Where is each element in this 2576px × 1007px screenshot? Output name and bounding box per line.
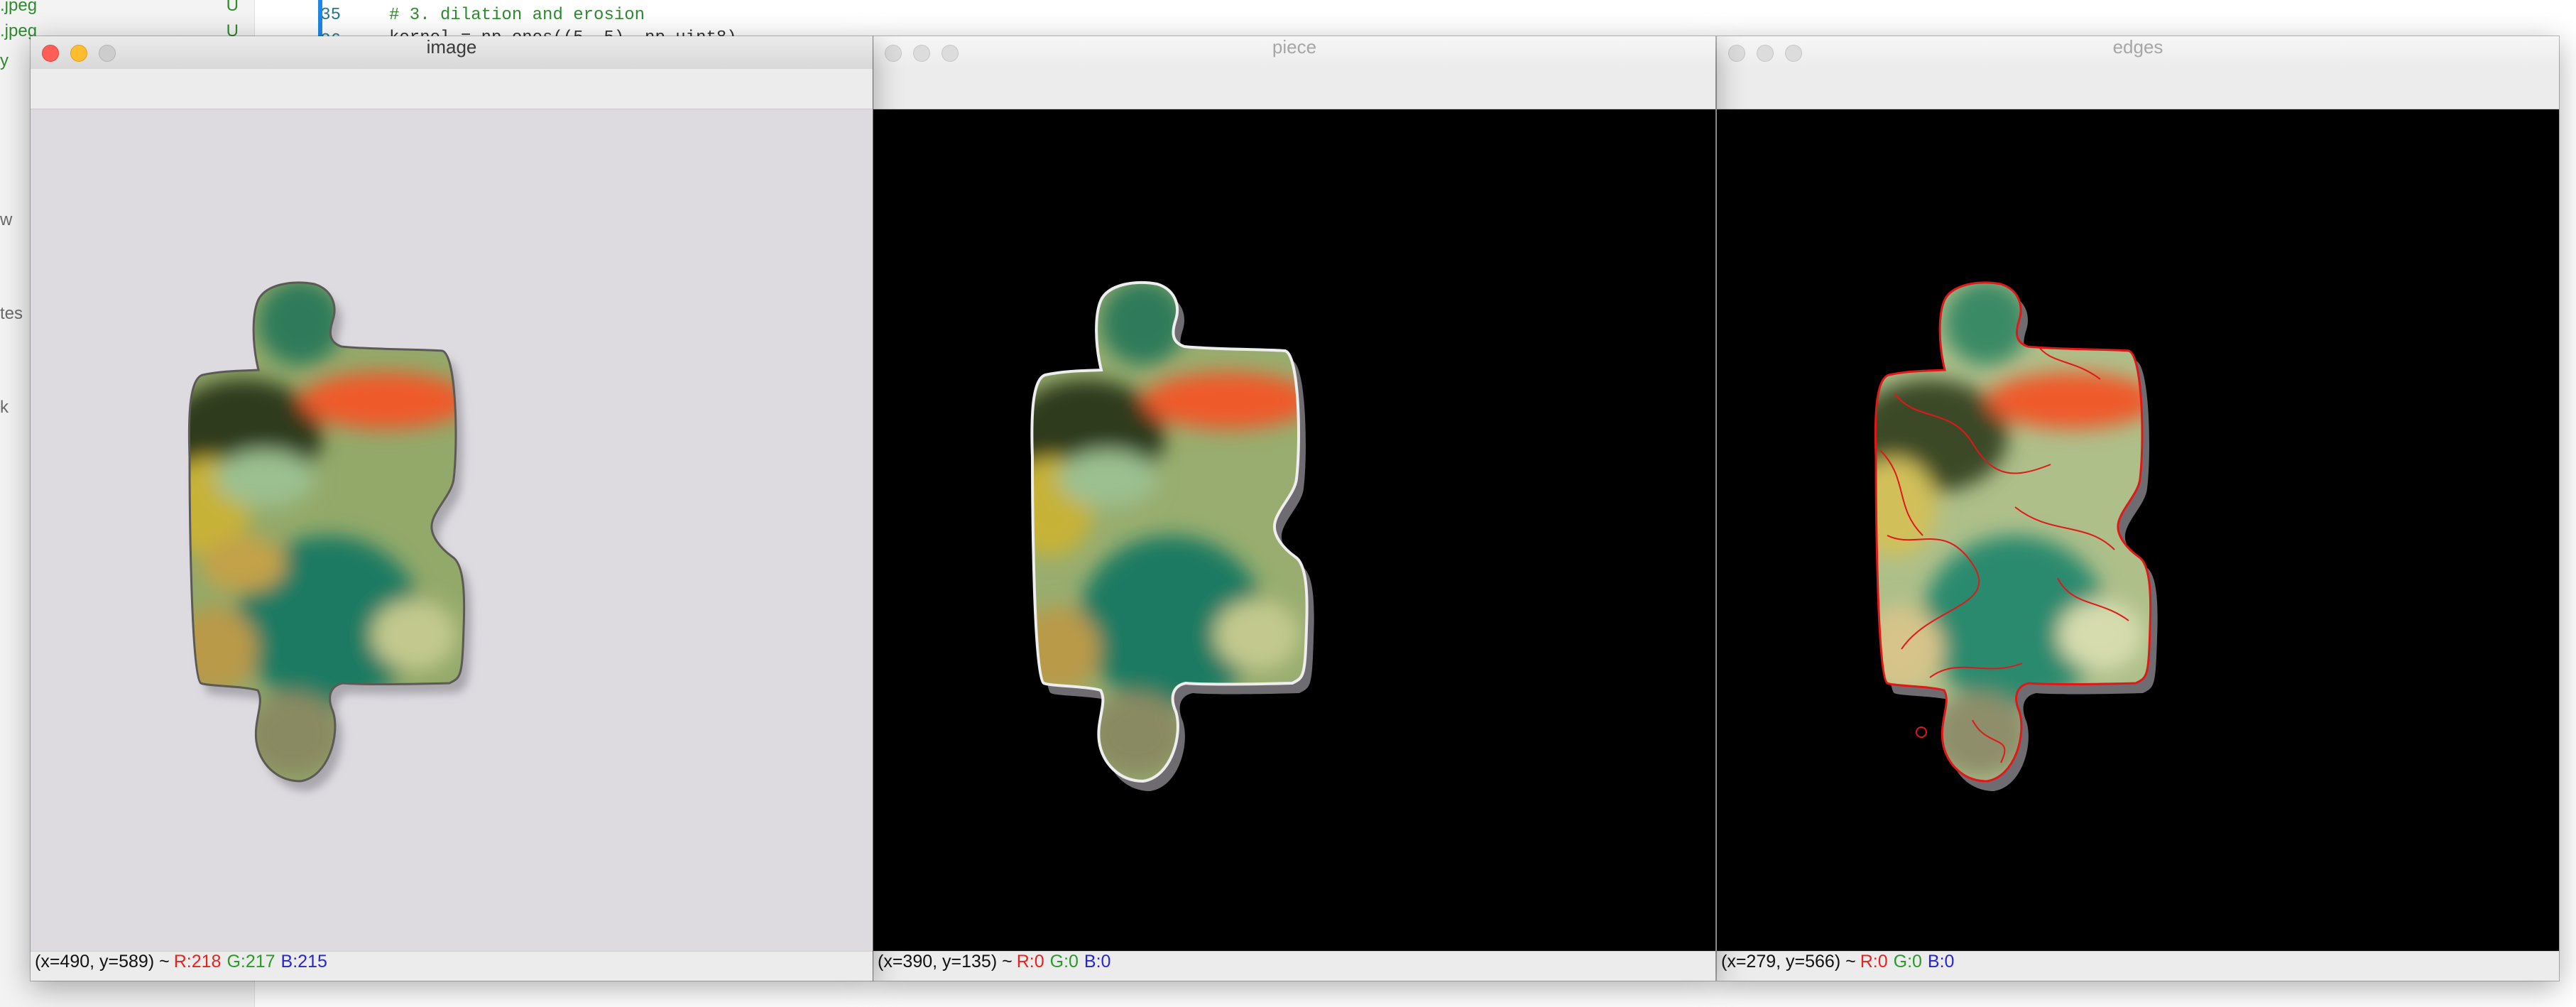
sidebar-text-fragment: tes — [0, 304, 23, 323]
red-value: R:218 — [173, 952, 222, 971]
blue-value: B:0 — [1927, 952, 1955, 971]
window-title: edges — [2112, 36, 2163, 58]
cursor-coordinates: (x=490, y=589) ~ — [35, 952, 170, 971]
blue-value: B:215 — [280, 952, 327, 971]
pixel-info-statusbar: (x=390, y=135) ~ R:0 G:0 B:0 — [873, 951, 1715, 981]
window-toolbar — [873, 69, 1715, 109]
window-titlebar[interactable]: image — [31, 36, 873, 70]
window-titlebar[interactable]: edges — [1717, 36, 2559, 70]
window-title: piece — [1272, 36, 1317, 58]
file-name: y — [0, 51, 9, 70]
line-number: 35 — [320, 6, 341, 25]
sidebar-text-fragment: w — [0, 210, 13, 229]
contour-overlay-image — [1717, 109, 2559, 952]
image-window[interactable]: image (x=490, y=589) ~ R:218 G:217 B:215 — [31, 36, 873, 981]
red-value: R:0 — [1860, 952, 1888, 971]
pixel-info-statusbar: (x=279, y=566) ~ R:0 G:0 B:0 — [1717, 951, 2559, 981]
file-name: .jpeg — [0, 0, 38, 15]
masked-piece-image — [873, 109, 1715, 952]
blue-value: B:0 — [1084, 952, 1111, 971]
pixel-info-statusbar: (x=490, y=589) ~ R:218 G:217 B:215 — [31, 951, 873, 981]
window-toolbar — [31, 69, 873, 109]
edges-canvas[interactable] — [1717, 109, 2559, 952]
code-comment-line: # 3. dilation and erosion — [389, 6, 645, 25]
green-value: G:217 — [227, 952, 275, 971]
cursor-coordinates: (x=390, y=135) ~ — [878, 952, 1013, 971]
cursor-coordinates: (x=279, y=566) ~ — [1721, 952, 1856, 971]
piece-canvas[interactable] — [873, 109, 1715, 952]
red-value: R:0 — [1016, 952, 1044, 971]
image-canvas[interactable] — [31, 109, 873, 952]
piece-window[interactable]: piece (x=390, y=135) ~ R:0 G:0 B:0 — [873, 36, 1715, 981]
untracked-badge: U — [226, 0, 239, 15]
puzzle-photo — [31, 109, 873, 952]
window-titlebar[interactable]: piece — [873, 36, 1715, 70]
window-toolbar — [1717, 69, 2559, 109]
window-title: image — [426, 36, 477, 58]
edges-window[interactable]: edges (x=279, y=566) ~ R:0 G:0 B:0 — [1717, 36, 2559, 981]
sidebar-text-fragment: k — [0, 398, 9, 417]
green-value: G:0 — [1893, 952, 1922, 971]
green-value: G:0 — [1049, 952, 1079, 971]
